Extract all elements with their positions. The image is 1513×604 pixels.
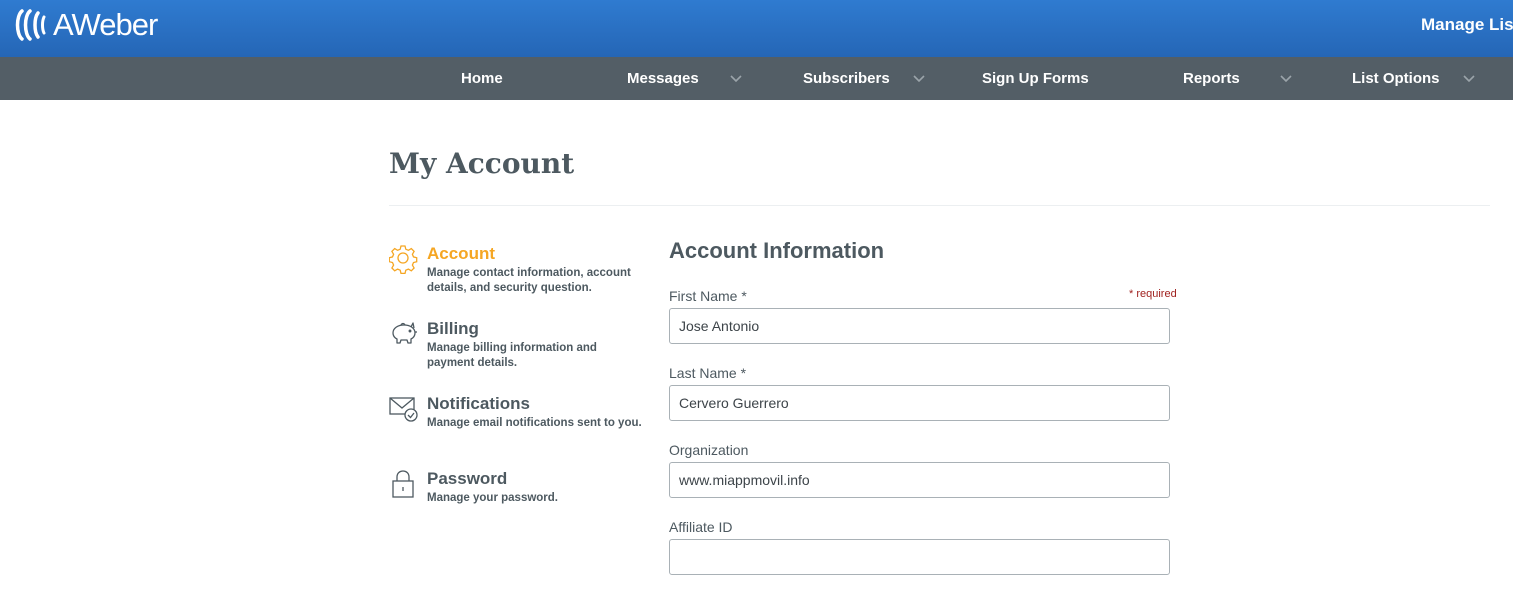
top-bar: AWeber Manage Lists [0, 0, 1513, 57]
nav-item-label: Reports [1183, 70, 1240, 87]
section-title: Account Information [669, 238, 885, 263]
first-name-field[interactable] [669, 308, 1170, 344]
divider [389, 205, 1490, 206]
nav-item-subscribers[interactable]: Subscribers [803, 57, 890, 100]
sidebar-item-notifications[interactable]: Notifications Manage email notifications… [389, 394, 649, 434]
manage-lists-link[interactable]: Manage Lists [1421, 15, 1513, 35]
nav-item-reports[interactable]: Reports [1183, 57, 1240, 100]
sidebar-item-description: Manage your password. [427, 492, 559, 504]
gear-icon [389, 245, 418, 274]
nav-item-label: List Options [1352, 70, 1440, 87]
sidebar-item-description: Manage billing information and payment d… [427, 342, 597, 369]
aweber-logo[interactable]: AWeber [14, 7, 158, 42]
affiliate-id-label: Affiliate ID [669, 519, 733, 535]
main-nav: Home Messages Subscribers Sign Up Forms … [0, 57, 1513, 100]
nav-item-label: Sign Up Forms [982, 70, 1089, 87]
sidebar-item-description: Manage email notifications sent to you. [427, 417, 642, 429]
nav-item-messages[interactable]: Messages [627, 57, 699, 100]
nav-item-home[interactable]: Home [461, 57, 503, 100]
aweber-logo-icon [15, 9, 46, 41]
nav-item-label: Messages [627, 70, 699, 87]
sidebar-item-account[interactable]: Account Manage contact information, acco… [389, 244, 649, 296]
envelope-check-icon [389, 397, 418, 422]
required-note: * required [1129, 288, 1177, 300]
chevron-down-icon[interactable] [1280, 73, 1292, 83]
sidebar-item-title: Notifications [427, 394, 530, 413]
nav-item-label: Subscribers [803, 70, 890, 87]
chevron-down-icon[interactable] [730, 73, 742, 83]
sidebar-item-title: Password [427, 469, 508, 488]
piggy-bank-icon [392, 322, 417, 344]
page-title: My Account [389, 147, 575, 180]
chevron-down-icon[interactable] [913, 73, 925, 83]
last-name-label: Last Name * [669, 365, 747, 381]
last-name-field[interactable] [669, 385, 1170, 421]
sidebar-item-description: Manage contact information, account deta… [427, 267, 631, 294]
nav-item-label: Home [461, 70, 503, 87]
sidebar-item-password[interactable]: Password Manage your password. [389, 469, 649, 509]
nav-item-list-options[interactable]: List Options [1352, 57, 1440, 100]
organization-field[interactable] [669, 462, 1170, 498]
lock-icon [392, 470, 414, 498]
chevron-down-icon[interactable] [1463, 73, 1475, 83]
organization-label: Organization [669, 442, 749, 458]
affiliate-id-field[interactable] [669, 539, 1170, 575]
nav-item-sign-up-forms[interactable]: Sign Up Forms [982, 57, 1089, 100]
brand-name: AWeber [53, 7, 158, 42]
first-name-label: First Name * [669, 288, 747, 304]
sidebar-item-billing[interactable]: Billing Manage billing information and p… [389, 319, 649, 371]
sidebar-item-title: Billing [427, 319, 479, 338]
sidebar-item-title: Account [427, 244, 495, 263]
